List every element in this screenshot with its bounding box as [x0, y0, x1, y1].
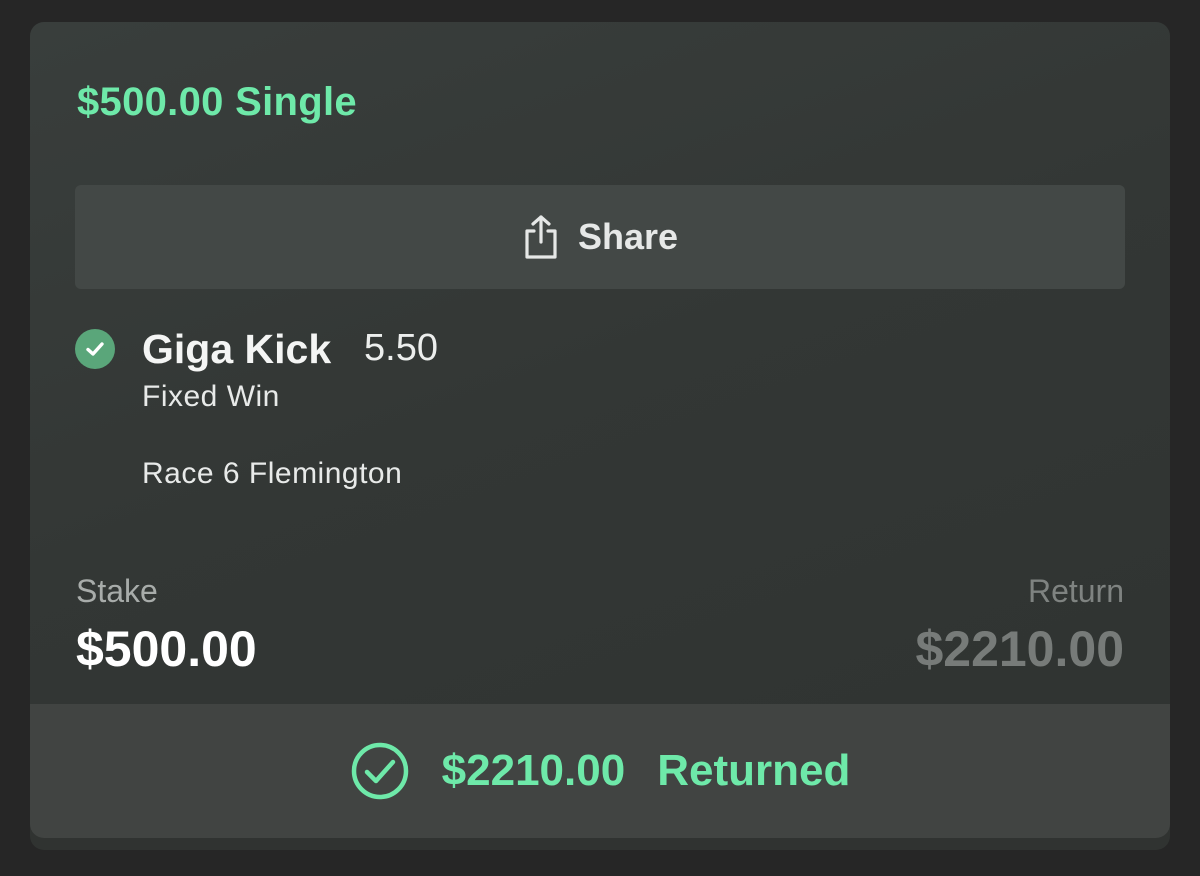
share-button[interactable]: Share: [75, 185, 1125, 289]
selection-name: Giga Kick: [142, 326, 332, 372]
bet-card: $500.00 Single Share Giga Kick 5.50 Fixe…: [30, 22, 1170, 838]
return-label: Return: [1027, 573, 1124, 609]
return-value: $2210.00: [915, 621, 1124, 677]
check-circle-icon: [75, 329, 115, 369]
result-status: Returned: [657, 746, 851, 795]
share-label: Share: [577, 216, 679, 257]
check-circle-outline-icon: [351, 742, 408, 800]
stake-value: $500.00: [76, 621, 257, 677]
stake-label: Stake: [76, 573, 158, 609]
result-bar: $2210.00 Returned: [30, 704, 1170, 838]
bet-type: Fixed Win: [142, 380, 280, 413]
bet-title: $500.00 Single: [77, 80, 357, 124]
selection-odds: 5.50: [364, 327, 438, 369]
share-icon: [525, 215, 557, 259]
event-name: Race 6 Flemington: [142, 457, 403, 490]
result-amount: $2210.00: [441, 746, 626, 795]
